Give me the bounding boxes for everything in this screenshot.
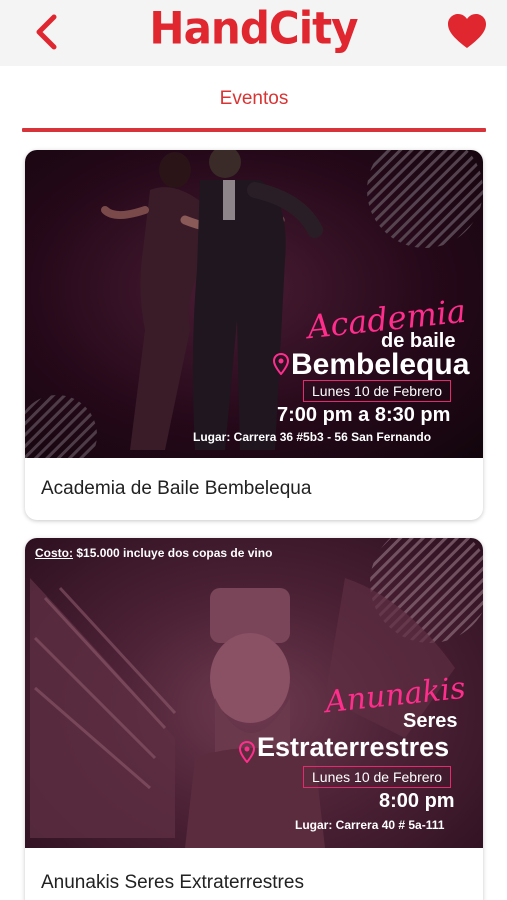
tab-indicator [22,128,486,132]
event-title: Academia de Baile Bembelequa [41,478,312,499]
poster-line2: Bembelequa [291,348,470,381]
app-logo: HandCity [149,2,358,55]
heart-icon [448,14,486,48]
poster-cost: Costo: $15.000 incluye dos copas de vino [35,546,272,560]
poster-time: 8:00 pm [379,790,455,812]
tab-label: Eventos [219,88,289,109]
event-card-anunakis[interactable]: Costo: $15.000 incluye dos copas de vino… [25,538,483,900]
favorites-button[interactable] [445,10,489,54]
poster-date: Lunes 10 de Febrero [303,380,451,402]
poster-date: Lunes 10 de Febrero [303,766,451,788]
poster-cost-label: Costo: [35,546,73,560]
poster-line2: Estraterrestres [257,732,450,762]
poster-line1: Seres [403,710,458,732]
app-header: HandCity [0,0,507,66]
event-title: Anunakis Seres Extraterrestres [41,872,304,893]
event-poster-image: Academia de baile Bembelequa Lunes 10 de… [25,150,483,458]
poster-place: Lugar: Carrera 40 # 5a-111 [295,818,445,832]
tab-eventos[interactable]: Eventos [22,76,486,132]
event-card-academia[interactable]: Academia de baile Bembelequa Lunes 10 de… [25,150,483,520]
poster-time: 7:00 pm a 8:30 pm [277,404,451,426]
poster-cost-text: $15.000 incluye dos copas de vino [76,546,273,560]
event-poster-image: Costo: $15.000 incluye dos copas de vino… [25,538,483,848]
location-pin-icon [239,741,255,763]
location-pin-icon [273,353,289,375]
poster-place: Lugar: Carrera 36 #5b3 - 56 San Fernando [193,430,432,444]
